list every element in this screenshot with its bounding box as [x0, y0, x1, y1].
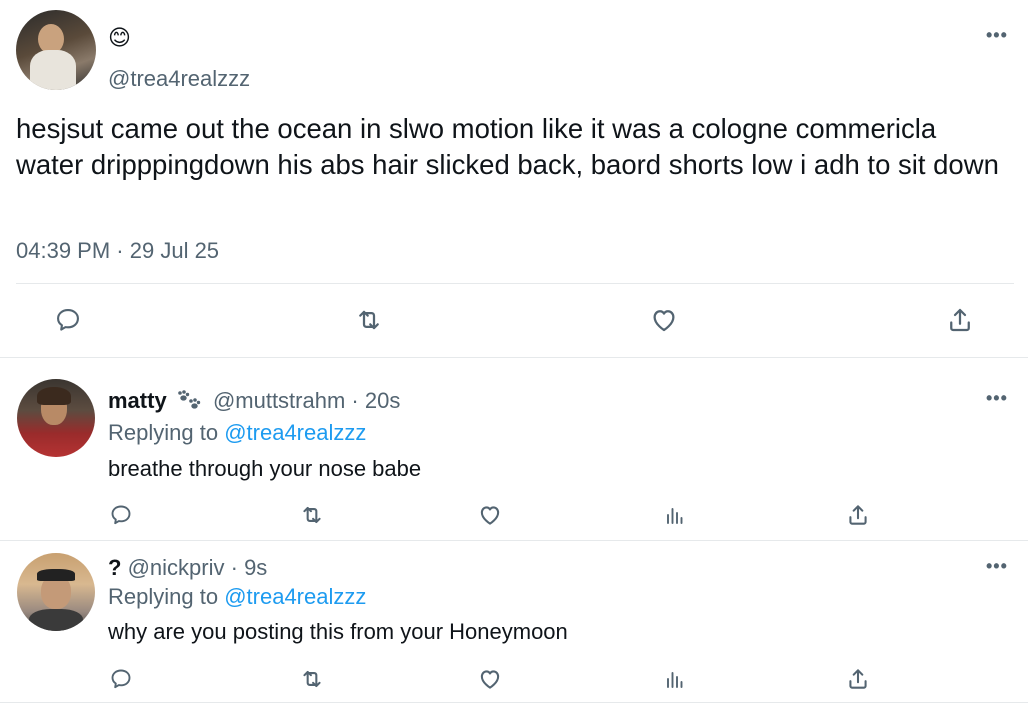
replying-to-label: Replying to — [108, 420, 219, 445]
divider — [0, 357, 1028, 358]
reply-handle[interactable]: @nickpriv — [128, 555, 225, 580]
share-icon[interactable] — [843, 664, 873, 694]
like-icon[interactable] — [475, 500, 505, 530]
reply-avatar[interactable] — [17, 553, 95, 631]
tweet-timestamp[interactable]: 04:39 PM · 29 Jul 25 — [16, 238, 219, 264]
header-separator: · — [351, 388, 359, 413]
author-handle[interactable]: @trea4realzzz — [108, 66, 250, 92]
share-icon[interactable] — [945, 305, 975, 335]
replying-to-handle[interactable]: @trea4realzzz — [224, 420, 366, 445]
header-separator: · — [230, 555, 238, 580]
reply-time[interactable]: 9s — [244, 555, 267, 580]
retweet-icon[interactable] — [297, 664, 327, 694]
reply-icon[interactable] — [106, 500, 136, 530]
timestamp-separator: · — [116, 238, 124, 263]
more-options-icon[interactable]: ••• — [986, 557, 1008, 575]
reply-display-name[interactable]: matty — [108, 388, 167, 413]
reply-time[interactable]: 20s — [365, 388, 400, 413]
more-options-icon[interactable]: ••• — [986, 26, 1008, 44]
tweet-time: 04:39 PM — [16, 238, 111, 263]
reply-handle[interactable]: @muttstrahm — [213, 388, 345, 413]
replying-to: Replying to @trea4realzzz — [108, 420, 366, 446]
reply-display-name[interactable]: ? — [108, 555, 121, 580]
avatar-cap — [37, 569, 75, 581]
author-emoji-name: 😊 — [108, 25, 131, 50]
reply-text: why are you posting this from your Honey… — [108, 619, 568, 644]
retweet-icon[interactable] — [354, 305, 384, 335]
author-avatar[interactable] — [16, 10, 96, 90]
replying-to-label: Replying to — [108, 584, 219, 609]
reply-header: ? @nickpriv · 9s — [108, 555, 267, 581]
divider — [0, 540, 1028, 541]
avatar-hair — [37, 387, 71, 405]
more-options-icon[interactable]: ••• — [986, 389, 1008, 407]
avatar-shirt — [30, 50, 76, 90]
like-icon[interactable] — [475, 664, 505, 694]
like-icon[interactable] — [649, 305, 679, 335]
divider — [0, 702, 1028, 703]
tweet-text: hesjsut came out the ocean in slwo motio… — [16, 113, 999, 180]
reply-text: breathe through your nose babe — [108, 456, 422, 481]
paw-prints-icon — [175, 389, 205, 411]
retweet-icon[interactable] — [297, 500, 327, 530]
avatar-shirt — [29, 609, 83, 631]
reply-icon[interactable] — [53, 305, 83, 335]
analytics-icon[interactable] — [660, 664, 690, 694]
analytics-icon[interactable] — [660, 500, 690, 530]
tweet-date: 29 Jul 25 — [129, 238, 220, 263]
replying-to: Replying to @trea4realzzz — [108, 584, 366, 610]
reply-header: matty @muttstrahm · 20s — [108, 388, 400, 415]
reply-icon[interactable] — [106, 664, 136, 694]
share-icon[interactable] — [843, 500, 873, 530]
divider — [16, 283, 1014, 284]
replying-to-handle[interactable]: @trea4realzzz — [224, 584, 366, 609]
reply-avatar[interactable] — [17, 379, 95, 457]
